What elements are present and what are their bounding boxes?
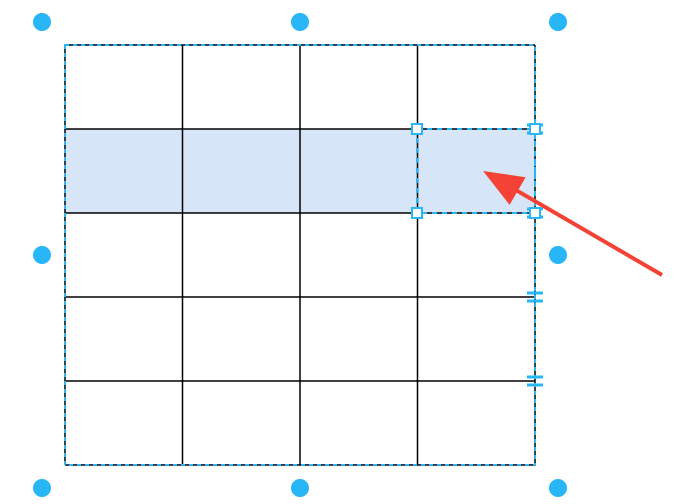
diagram-canvas [0,0,700,504]
annotation-arrow [490,175,662,275]
inner-resize-handle[interactable] [530,208,540,218]
outer-resize-handle[interactable] [33,13,51,31]
outer-resize-handle[interactable] [291,479,309,497]
outer-resize-handle[interactable] [549,479,567,497]
outer-resize-handle[interactable] [33,246,51,264]
outer-resize-handle[interactable] [33,479,51,497]
outer-resize-handle[interactable] [549,246,567,264]
outer-resize-handle[interactable] [291,13,309,31]
table-grid[interactable] [65,45,535,465]
inner-resize-handle[interactable] [530,124,540,134]
inner-resize-handle[interactable] [412,208,422,218]
outer-resize-handle[interactable] [549,13,567,31]
inner-resize-handle[interactable] [412,124,422,134]
